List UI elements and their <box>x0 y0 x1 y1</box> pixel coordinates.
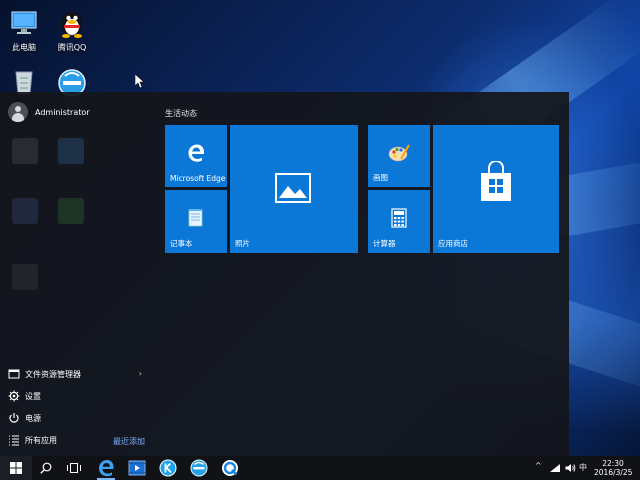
tile-group-title: 生活动态 <box>165 109 197 118</box>
clock[interactable]: 22:30 2016/3/25 <box>594 459 632 477</box>
all-apps-icon <box>8 434 20 446</box>
avatar <box>8 102 28 122</box>
blurred-background <box>0 130 155 190</box>
tile-calculator[interactable]: 计算器 <box>368 190 430 253</box>
power-icon <box>8 412 20 424</box>
chevron-right-icon: › <box>138 369 142 378</box>
blurred-background <box>0 190 155 250</box>
start-menu-left-column: Administrator 文件资源管理器 › 设置 电源 所有应用 最近添加 <box>0 92 155 456</box>
tile-label: 记事本 <box>170 239 193 248</box>
tile-photos[interactable]: 照片 <box>230 125 358 253</box>
desktop-icon-label: 腾讯QQ <box>57 43 87 52</box>
edge-icon <box>99 460 114 477</box>
task-view-icon <box>67 463 81 473</box>
taskbar-app-k[interactable] <box>159 459 177 477</box>
notepad-icon <box>188 209 203 227</box>
file-explorer-icon <box>8 368 20 380</box>
network-icon[interactable] <box>549 463 561 473</box>
tile-label: Microsoft Edge <box>170 174 226 183</box>
paint-icon <box>388 144 410 162</box>
tile-label: 计算器 <box>373 239 396 248</box>
user-name: Administrator <box>35 107 90 117</box>
tile-microsoft-edge[interactable]: Microsoft Edge <box>165 125 227 187</box>
media-player-icon <box>128 460 146 476</box>
start-icon <box>10 462 22 474</box>
k-app-icon <box>159 459 177 477</box>
tile-label: 画图 <box>373 173 388 182</box>
taskbar-app-browser[interactable] <box>190 459 208 477</box>
menu-item-settings[interactable]: 设置 <box>8 388 148 404</box>
start-menu: Administrator 文件资源管理器 › 设置 电源 所有应用 最近添加 … <box>0 92 569 456</box>
ime-indicator[interactable]: 中 <box>579 462 587 473</box>
clock-date: 2016/3/25 <box>594 468 633 477</box>
tile-notepad[interactable]: 记事本 <box>165 190 227 253</box>
computer-icon <box>7 6 41 40</box>
menu-item-label: 所有应用 <box>25 435 57 445</box>
menu-item-label: 文件资源管理器 <box>25 369 81 379</box>
mouse-cursor <box>135 74 145 88</box>
qq-browser-icon <box>222 460 238 476</box>
blurred-background <box>0 250 155 310</box>
desktop-icon-qq[interactable]: 腾讯QQ <box>37 6 107 53</box>
search-icon <box>40 462 52 474</box>
taskbar-app-media-player[interactable] <box>128 459 146 477</box>
browser-icon <box>190 459 208 477</box>
menu-item-label: 电源 <box>25 413 41 423</box>
task-view-button[interactable] <box>60 456 88 480</box>
search-button[interactable] <box>32 456 60 480</box>
menu-item-label: 设置 <box>25 391 41 401</box>
qq-penguin-icon <box>55 6 89 40</box>
taskbar-app-qq-browser[interactable] <box>221 459 239 477</box>
tile-paint[interactable]: 画图 <box>368 125 430 187</box>
user-account-button[interactable]: Administrator <box>8 101 148 123</box>
gear-icon <box>8 390 20 402</box>
menu-item-file-explorer[interactable]: 文件资源管理器 › <box>8 366 148 382</box>
taskbar-app-edge[interactable] <box>97 459 115 480</box>
tile-label: 照片 <box>235 239 250 248</box>
tile-store[interactable]: 应用商店 <box>433 125 559 253</box>
tile-label: 应用商店 <box>438 239 468 248</box>
menu-item-power[interactable]: 电源 <box>8 410 148 426</box>
store-icon <box>481 161 511 201</box>
clock-time: 22:30 <box>602 459 624 468</box>
volume-icon[interactable] <box>565 463 576 473</box>
chevron-up-icon[interactable]: ^ <box>535 461 542 470</box>
calculator-icon <box>391 208 407 228</box>
start-button[interactable] <box>0 456 32 480</box>
edge-icon <box>188 144 204 162</box>
photos-icon <box>275 173 311 203</box>
recently-added-link[interactable]: 最近添加 <box>113 436 145 447</box>
taskbar: ^ 中 22:30 2016/3/25 <box>0 456 640 480</box>
